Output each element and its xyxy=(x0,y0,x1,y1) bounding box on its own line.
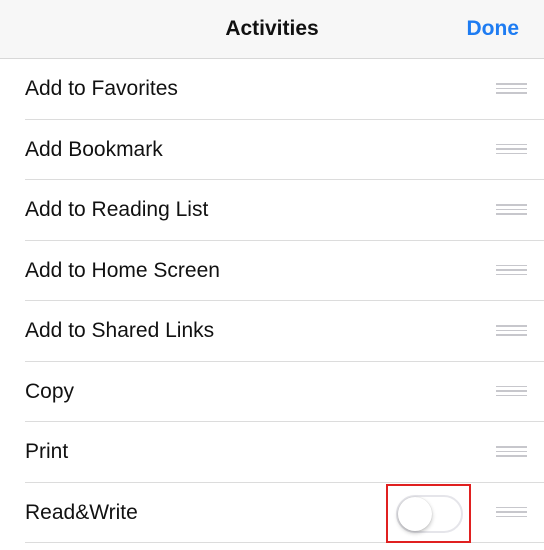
read-and-write-toggle[interactable] xyxy=(396,495,463,533)
list-item-label: Copy xyxy=(25,379,75,403)
toggle-knob[interactable] xyxy=(398,497,432,531)
list-item-label: Add to Reading List xyxy=(25,198,209,221)
list-item-label: Add to Home Screen xyxy=(25,258,220,282)
list-item-label: Add to Favorites xyxy=(25,77,178,100)
list-item-add-to-favorites[interactable]: Add to Favorites xyxy=(0,59,544,120)
activities-list: Add to Favorites Add Bookmark Add to Rea… xyxy=(0,59,544,543)
done-button[interactable]: Done xyxy=(467,17,520,41)
page-title: Activities xyxy=(225,17,319,40)
reorder-handle-icon[interactable] xyxy=(496,506,527,518)
list-item-label: Add to Shared Links xyxy=(25,319,215,342)
list-item-label: Add Bookmark xyxy=(25,137,163,161)
list-item-label: Print xyxy=(25,440,69,463)
reorder-handle-icon[interactable] xyxy=(496,446,527,457)
activities-screen: Activities Done Add to Favorites Add Boo… xyxy=(0,0,544,550)
reorder-handle-icon[interactable] xyxy=(496,83,527,94)
reorder-handle-icon[interactable] xyxy=(496,385,527,397)
reorder-handle-icon[interactable] xyxy=(496,143,527,155)
reorder-handle-icon[interactable] xyxy=(496,204,527,215)
navigation-bar: Activities Done xyxy=(0,0,544,59)
list-item-add-to-shared-links[interactable]: Add to Shared Links xyxy=(0,301,544,362)
list-item-add-to-home-screen[interactable]: Add to Home Screen xyxy=(0,241,544,302)
reorder-handle-icon[interactable] xyxy=(496,264,527,276)
list-item-copy[interactable]: Copy xyxy=(0,362,544,423)
list-item-add-to-reading-list[interactable]: Add to Reading List xyxy=(0,180,544,241)
list-item-label: Read&Write xyxy=(25,500,138,524)
list-item-print[interactable]: Print xyxy=(0,422,544,483)
list-item-add-bookmark[interactable]: Add Bookmark xyxy=(0,120,544,181)
reorder-handle-icon[interactable] xyxy=(496,325,527,336)
